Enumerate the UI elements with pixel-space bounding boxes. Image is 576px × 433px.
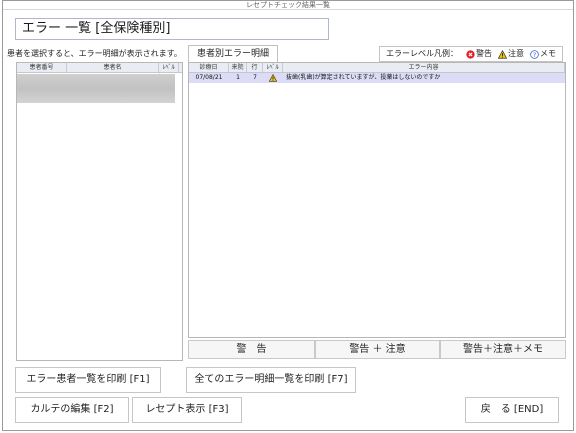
- back-button[interactable]: 戻 る [END]: [465, 397, 559, 423]
- error-level-legend: エラーレベル凡例： 警告 注意 ? メモ: [379, 46, 563, 62]
- error-icon: [466, 49, 475, 59]
- col-error-content[interactable]: エラー内容: [283, 63, 565, 72]
- caution-icon: [498, 49, 507, 59]
- show-receipt-button[interactable]: レセプト表示 [F3]: [132, 397, 242, 423]
- legend-item-caution: 注意: [498, 47, 524, 61]
- legend-memo-label: メモ: [540, 49, 556, 58]
- legend-item-memo: ? メモ: [530, 47, 556, 61]
- col-level[interactable]: ﾚﾍﾞﾙ: [159, 63, 179, 72]
- memo-icon: ?: [530, 49, 539, 59]
- filter-warning-caution-button[interactable]: 警告 ＋ 注意: [315, 340, 440, 359]
- col-level[interactable]: ﾚﾍﾞﾙ: [263, 63, 283, 72]
- redacted-patient-info: [17, 74, 175, 103]
- caution-icon: [263, 73, 283, 83]
- patient-list-header: 患者番号 患者名 ﾚﾍﾞﾙ: [17, 63, 182, 73]
- col-patient-no[interactable]: 患者番号: [17, 63, 67, 72]
- edit-chart-button[interactable]: カルテの編集 [F2]: [15, 397, 129, 423]
- col-date[interactable]: 診療日: [189, 63, 229, 72]
- error-detail-list[interactable]: 診療日 来院 行 ﾚﾍﾞﾙ エラー内容 07/08/21 1 7 抜歯(乳歯)が…: [188, 62, 566, 338]
- patient-list[interactable]: 患者番号 患者名 ﾚﾍﾞﾙ: [16, 62, 183, 361]
- legend-caution-label: 注意: [508, 49, 524, 58]
- col-patient-name[interactable]: 患者名: [67, 63, 159, 72]
- app-window: レセプトチェック結果一覧 エラー 一覧 [全保険種別] 患者を選択すると、エラー…: [2, 0, 574, 431]
- page-title: エラー 一覧 [全保険種別]: [15, 18, 329, 40]
- legend-item-warning: 警告: [466, 47, 492, 61]
- cell-error-content: 抜歯(乳歯)が算定されていますが、投薬はしないのですか: [286, 74, 441, 81]
- tab-patient-error-details[interactable]: 患者別エラー明細: [188, 45, 278, 62]
- error-list-header: 診療日 来院 行 ﾚﾍﾞﾙ エラー内容: [189, 63, 565, 73]
- filter-warning-button[interactable]: 警 告: [188, 340, 315, 359]
- cell-visit: 1: [236, 74, 240, 81]
- col-visit[interactable]: 来院: [229, 63, 247, 72]
- cell-line: 7: [253, 74, 257, 81]
- print-error-patients-button[interactable]: エラー患者一覧を印刷 [F1]: [15, 367, 161, 393]
- print-all-error-details-button[interactable]: 全てのエラー明細一覧を印刷 [F7]: [186, 367, 356, 393]
- table-row[interactable]: 07/08/21 1 7 抜歯(乳歯)が算定されていますが、投薬はしないのですか: [189, 73, 565, 83]
- svg-text:?: ?: [533, 51, 536, 58]
- legend-label: エラーレベル凡例：: [386, 49, 458, 58]
- selection-hint: 患者を選択すると、エラー明細が表示されます。: [7, 49, 182, 58]
- window-title: レセプトチェック結果一覧: [3, 1, 573, 10]
- col-line[interactable]: 行: [247, 63, 263, 72]
- cell-date: 07/08/21: [195, 74, 223, 81]
- legend-warning-label: 警告: [476, 49, 492, 58]
- filter-all-button[interactable]: 警告＋注意＋メモ: [440, 340, 566, 359]
